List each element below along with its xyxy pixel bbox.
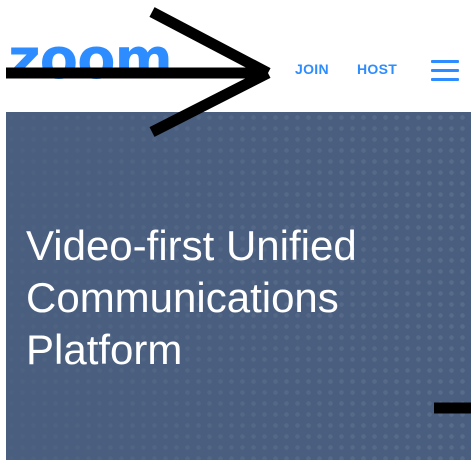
hero-banner: Video-first Unified Communications Platf… xyxy=(6,112,471,460)
hero-headline: Video-first Unified Communications Platf… xyxy=(26,222,357,373)
host-link[interactable]: HOST xyxy=(357,61,397,77)
top-navigation-bar: zoom JOIN HOST xyxy=(0,0,471,112)
join-link[interactable]: JOIN xyxy=(295,61,329,77)
zoom-logo[interactable]: zoom xyxy=(8,32,173,88)
hamburger-menu-icon[interactable] xyxy=(431,60,459,82)
